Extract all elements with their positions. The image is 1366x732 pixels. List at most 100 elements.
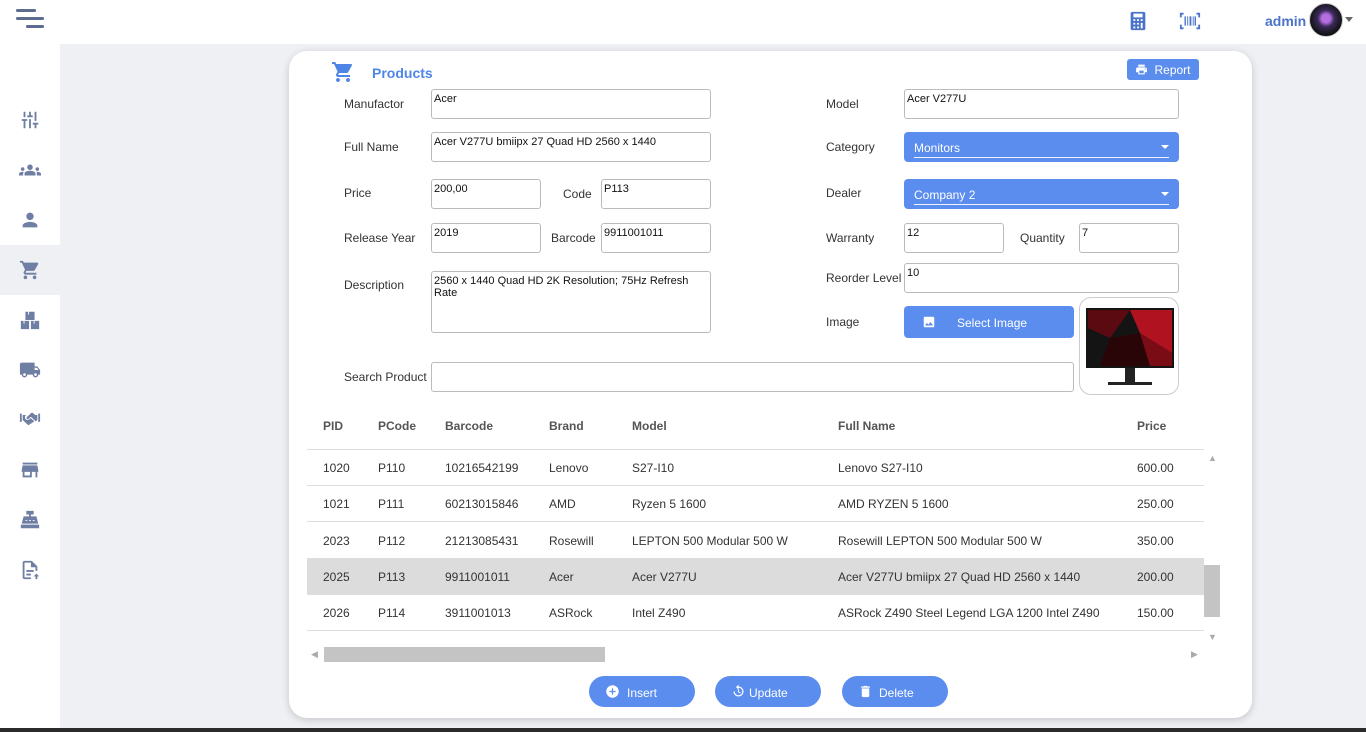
cell-full-name: Lenovo S27-I10: [838, 461, 923, 475]
column-header[interactable]: Brand: [549, 419, 584, 433]
warranty-label: Warranty: [826, 231, 875, 245]
cell-model: S27-I10: [632, 461, 675, 475]
cell-full-name: AMD RYZEN 5 1600: [838, 497, 949, 511]
file-upload-icon[interactable]: [0, 545, 60, 595]
table-row[interactable]: 1021 P111 60213015846 AMD Ryzen 5 1600 A…: [307, 486, 1204, 522]
calculator-icon[interactable]: [1127, 10, 1149, 32]
barcode-label: Barcode: [551, 231, 596, 245]
dealer-value: Company 2: [914, 188, 976, 202]
cell-price: 200.00: [1137, 570, 1174, 584]
cell-barcode: 10216542199: [445, 461, 519, 475]
truck-icon[interactable]: [0, 345, 60, 395]
image-label: Image: [826, 315, 860, 329]
table-row[interactable]: 2023 P112 21213085431 Rosewill LEPTON 50…: [307, 523, 1204, 559]
quantity-label: Quantity: [1020, 231, 1065, 245]
user-name[interactable]: admin: [1265, 13, 1306, 29]
avatar[interactable]: [1309, 3, 1343, 37]
cell-pid: 2026: [323, 606, 350, 620]
scroll-up-icon[interactable]: ▲: [1208, 453, 1217, 463]
scroll-down-icon[interactable]: ▼: [1208, 632, 1217, 642]
cell-model: Intel Z490: [632, 606, 686, 620]
cell-brand: Rosewill: [549, 534, 594, 548]
cell-pcode: P111: [378, 497, 405, 511]
printer-icon: [1136, 64, 1148, 75]
users-group-icon[interactable]: [0, 145, 60, 195]
top-bar: admin: [0, 0, 1366, 44]
sliders-icon[interactable]: [0, 95, 60, 145]
cart-icon[interactable]: [0, 245, 60, 295]
cash-register-icon[interactable]: [0, 495, 60, 545]
price-label: Price: [344, 186, 372, 200]
column-header[interactable]: Barcode: [445, 419, 493, 433]
cell-model: Acer V277U: [632, 570, 697, 584]
manufactor-field[interactable]: Acer: [431, 89, 711, 119]
release-year-field[interactable]: 2019: [431, 223, 541, 253]
cell-pid: 1021: [323, 497, 350, 511]
dealer-select[interactable]: Company 2: [904, 179, 1179, 209]
cell-pcode: P113: [378, 570, 406, 584]
price-field[interactable]: 200,00: [431, 179, 541, 209]
table-row[interactable]: 2026 P114 3911001013 ASRock Intel Z490 A…: [307, 595, 1204, 631]
cart-icon: [332, 62, 353, 82]
table-row[interactable]: 1020 P110 10216542199 Lenovo S27-I10 Len…: [307, 450, 1204, 486]
barcode-icon[interactable]: [1178, 10, 1202, 32]
boxes-icon[interactable]: [0, 295, 60, 345]
table-header: PID PCode Barcode Brand Model Full Name …: [307, 406, 1207, 450]
cell-pid: 2023: [323, 534, 350, 548]
column-header[interactable]: PID: [323, 419, 343, 433]
store-icon[interactable]: [0, 445, 60, 495]
column-header[interactable]: Price: [1137, 419, 1166, 433]
chevron-down-icon[interactable]: [1345, 17, 1353, 22]
handshake-icon[interactable]: [0, 395, 60, 445]
cell-pid: 2025: [323, 570, 350, 584]
menu-icon[interactable]: [16, 9, 44, 31]
quantity-field[interactable]: 7: [1079, 223, 1179, 253]
horizontal-scroll-thumb[interactable]: [324, 647, 605, 662]
cell-brand: Acer: [549, 570, 574, 584]
delete-button[interactable]: Delete: [842, 676, 948, 707]
scroll-left-icon[interactable]: ◀: [311, 649, 318, 660]
manufactor-label: Manufactor: [344, 97, 405, 111]
search-product-label: Search Product: [344, 370, 427, 384]
cell-price: 350.00: [1137, 534, 1174, 548]
update-button[interactable]: Update: [715, 676, 821, 707]
column-header[interactable]: Full Name: [838, 419, 895, 433]
code-field[interactable]: P113: [601, 179, 711, 209]
cell-pcode: P114: [378, 606, 406, 620]
column-header[interactable]: Model: [632, 419, 667, 433]
vertical-scroll-thumb[interactable]: [1204, 565, 1220, 617]
cell-barcode: 9911001011: [445, 570, 510, 584]
code-label: Code: [563, 187, 592, 201]
image-icon: [923, 316, 935, 328]
chevron-down-icon: [1161, 145, 1169, 149]
cell-pcode: P110: [378, 461, 406, 475]
category-label: Category: [826, 140, 875, 154]
select-image-button[interactable]: Select Image: [904, 306, 1074, 338]
scroll-right-icon[interactable]: ▶: [1191, 649, 1198, 660]
description-field[interactable]: 2560 x 1440 Quad HD 2K Resolution; 75Hz …: [431, 271, 711, 333]
column-header[interactable]: PCode: [378, 419, 416, 433]
cell-full-name: Acer V277U bmiipx 27 Quad HD 2560 x 1440: [838, 570, 1081, 584]
reorder-level-field[interactable]: 10: [904, 263, 1179, 293]
trash-icon: [861, 685, 870, 698]
model-field[interactable]: Acer V277U: [904, 89, 1179, 119]
model-label: Model: [826, 97, 859, 111]
cell-brand: Lenovo: [549, 461, 589, 475]
page-title: Products: [372, 65, 433, 81]
category-select[interactable]: Monitors: [904, 132, 1179, 162]
monitor-image: [1086, 308, 1174, 385]
cell-price: 250.00: [1137, 497, 1174, 511]
sidebar: [0, 44, 60, 732]
warranty-field[interactable]: 12: [904, 223, 1004, 253]
table-row-selected[interactable]: 2025 P113 9911001011 Acer Acer V277U Ace…: [307, 559, 1204, 595]
user-icon[interactable]: [0, 195, 60, 245]
report-button[interactable]: Report: [1127, 59, 1199, 80]
chevron-down-icon: [1161, 192, 1169, 196]
insert-button[interactable]: Insert: [589, 676, 695, 707]
refresh-icon: [733, 684, 744, 697]
release-year-label: Release Year: [344, 231, 416, 245]
barcode-field[interactable]: 9911001011: [601, 223, 711, 253]
cell-brand: ASRock: [549, 606, 593, 620]
full-name-field[interactable]: Acer V277U bmiipx 27 Quad HD 2560 x 1440: [431, 132, 711, 162]
search-input[interactable]: [431, 362, 1074, 392]
